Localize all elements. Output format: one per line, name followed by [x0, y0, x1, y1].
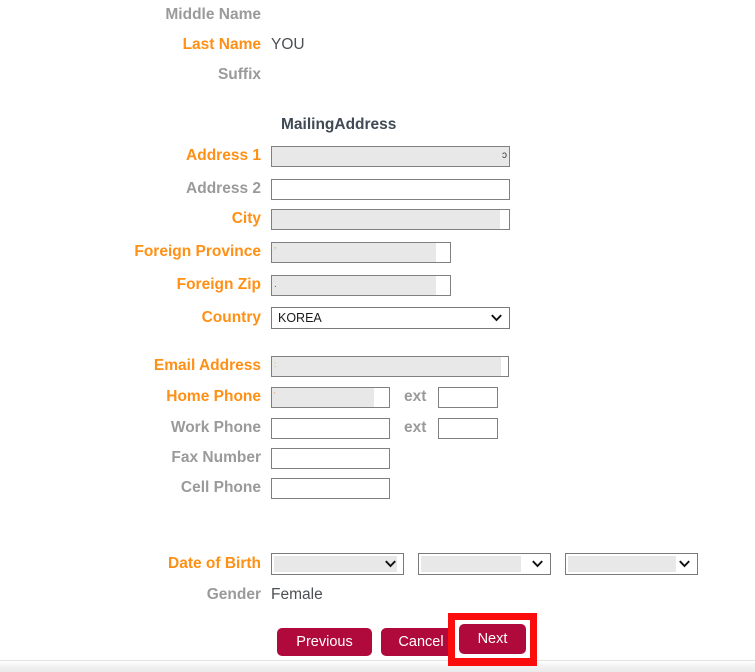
label-country: Country — [201, 309, 261, 327]
label-gender: Gender — [206, 586, 261, 604]
select-birth-year[interactable] — [565, 553, 698, 575]
input-city[interactable] — [271, 208, 510, 230]
label-foreign-zip: Foreign Zip — [176, 276, 261, 294]
country-selected-value: KOREA — [278, 310, 322, 325]
field-row-middle-name: Middle Name — [0, 0, 755, 30]
select-birth-day[interactable] — [418, 553, 551, 575]
birth-month-redaction — [274, 556, 397, 572]
chevron-down-icon — [385, 560, 396, 568]
field-row-last-name: Last Name YOU — [0, 30, 755, 60]
field-row-email: Email Address : — [0, 351, 755, 381]
page-footer-bar — [0, 660, 755, 672]
field-row-date-of-birth: Date of Birth — [0, 549, 755, 579]
home-phone-ghost-char: ' — [274, 390, 276, 400]
label-fax-number: Fax Number — [171, 449, 261, 467]
field-row-cell-phone: Cell Phone — [0, 473, 755, 503]
input-work-phone[interactable] — [271, 417, 390, 439]
input-cell-phone[interactable] — [271, 477, 390, 499]
label-address-1: Address 1 — [186, 147, 261, 165]
field-row-foreign-province: Foreign Province ’ — [0, 237, 755, 267]
chevron-down-icon — [679, 560, 690, 568]
field-row-foreign-zip: Foreign Zip . — [0, 270, 755, 300]
label-last-name: Last Name — [182, 36, 261, 54]
field-row-home-phone: Home Phone ' ext — [0, 382, 755, 412]
label-date-of-birth: Date of Birth — [168, 555, 261, 573]
label-email-address: Email Address — [153, 357, 261, 375]
field-row-gender: Gender Female — [0, 580, 755, 610]
registration-form: Middle Name Last Name YOU Suffix Mailing… — [0, 0, 755, 660]
input-foreign-zip[interactable]: . — [271, 274, 451, 296]
field-row-address-2: Address 2 — [0, 174, 755, 204]
address-1-ghost-char: ɔ — [502, 149, 507, 161]
field-row-country: Country KOREA — [0, 303, 755, 333]
value-last-name: YOU — [271, 36, 305, 54]
field-row-fax-number: Fax Number — [0, 443, 755, 473]
field-row-city: City — [0, 204, 755, 234]
input-address-1[interactable]: ɔ — [271, 145, 510, 167]
input-email-address[interactable]: : — [271, 355, 509, 377]
label-city: City — [231, 210, 261, 228]
input-work-phone-ext[interactable] — [438, 417, 499, 439]
label-work-phone-ext: ext — [404, 419, 427, 437]
section-title-mailing-address: MailingAddress — [281, 116, 397, 133]
label-cell-phone: Cell Phone — [180, 479, 261, 497]
input-home-phone-ext[interactable] — [438, 386, 499, 408]
value-gender: Female — [271, 586, 323, 604]
label-home-phone-ext: ext — [404, 388, 427, 406]
birth-day-redaction — [421, 556, 521, 572]
field-row-address-1: Address 1 ɔ — [0, 141, 755, 171]
label-address-2: Address 2 — [186, 180, 261, 198]
label-suffix: Suffix — [217, 66, 261, 84]
email-ghost-char: : — [274, 359, 277, 369]
input-home-phone[interactable]: ' — [271, 386, 390, 408]
foreign-zip-ghost-char: . — [274, 278, 277, 290]
chevron-down-icon — [532, 560, 543, 568]
label-foreign-province: Foreign Province — [134, 243, 261, 261]
field-row-work-phone: Work Phone ext — [0, 413, 755, 443]
field-row-suffix: Suffix — [0, 60, 755, 90]
previous-button[interactable]: Previous — [277, 628, 372, 656]
input-fax-number[interactable] — [271, 447, 390, 469]
select-birth-month[interactable] — [271, 553, 404, 575]
select-country[interactable]: KOREA — [271, 307, 510, 329]
foreign-province-ghost-char: ’ — [274, 245, 277, 257]
next-button[interactable]: Next — [459, 624, 526, 654]
chevron-down-icon — [491, 314, 502, 322]
birth-year-redaction — [568, 556, 676, 572]
input-foreign-province[interactable]: ’ — [271, 241, 451, 263]
input-address-2[interactable] — [271, 178, 510, 200]
next-button-highlight-annotation: Next — [448, 613, 537, 666]
label-work-phone: Work Phone — [170, 419, 261, 437]
label-home-phone: Home Phone — [166, 388, 261, 406]
label-middle-name: Middle Name — [165, 6, 261, 24]
